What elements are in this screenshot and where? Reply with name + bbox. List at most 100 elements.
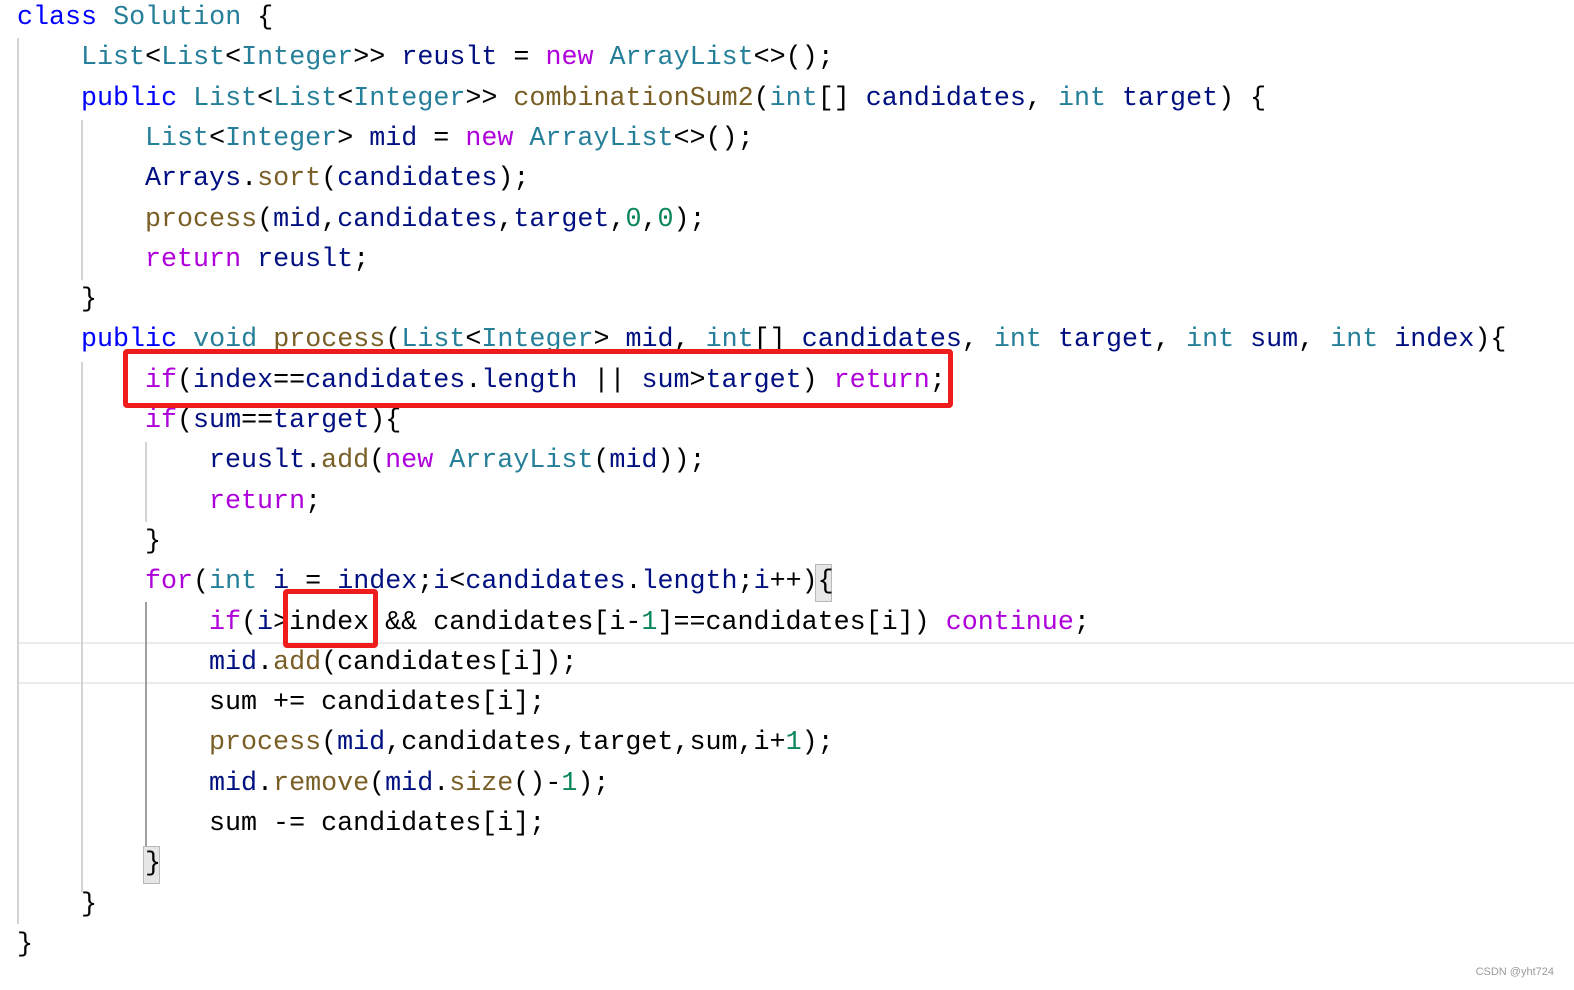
code-token: target	[273, 406, 370, 436]
code-editor[interactable]: class Solution {List<List<Integer>> reus…	[0, 0, 1574, 990]
code-line[interactable]: List<List<Integer>> reuslt = new ArrayLi…	[81, 38, 834, 78]
code-token: []	[817, 83, 866, 114]
code-token: Integer	[241, 43, 354, 74]
code-token: int	[993, 325, 1042, 356]
code-line[interactable]: Arrays.sort(candidates);	[145, 159, 529, 199]
code-line[interactable]: for(int i = index;i<candidates.length;i+…	[145, 562, 834, 602]
code-token: for	[145, 567, 194, 598]
code-token: ];	[513, 688, 546, 719]
code-token: i	[753, 567, 770, 598]
code-token: i	[881, 607, 898, 638]
code-token: ArrayList	[529, 123, 674, 154]
code-token: sum	[193, 406, 242, 436]
code-token: ,	[961, 325, 994, 356]
code-token: mid	[385, 768, 434, 799]
code-token: 1	[641, 607, 658, 638]
code-token: mid	[369, 123, 418, 154]
code-line[interactable]: sum -= candidates[i];	[209, 804, 545, 844]
code-token: (	[241, 607, 258, 638]
code-token: ;	[737, 567, 754, 598]
code-token: 1	[561, 768, 578, 799]
code-token: int	[769, 83, 818, 114]
code-token: (	[593, 446, 610, 477]
code-token: =	[497, 43, 546, 74]
code-token: {	[241, 3, 274, 33]
code-token: ,	[737, 728, 754, 759]
code-token: ,	[385, 728, 402, 759]
code-line[interactable]: reuslt.add(new ArrayList(mid));	[209, 441, 705, 481]
code-token: ArrayList	[609, 43, 754, 74]
indent-guide	[81, 120, 83, 280]
code-token: ++){	[769, 567, 834, 598]
code-token: <>();	[753, 43, 834, 74]
code-token: <	[337, 83, 354, 114]
code-line[interactable]: }	[81, 280, 97, 320]
code-token: sum	[1250, 325, 1299, 356]
code-line[interactable]: List<Integer> mid = new ArrayList<>();	[145, 119, 754, 159]
code-line[interactable]: mid.remove(mid.size()-1);	[209, 764, 609, 804]
indent-guide	[145, 602, 147, 852]
code-token: }	[81, 285, 98, 316]
code-token: List	[273, 83, 338, 114]
code-line[interactable]: process(mid,candidates,target,sum,i+1);	[209, 723, 834, 763]
code-token: index	[1394, 325, 1475, 356]
code-token: reuslt	[209, 446, 306, 477]
code-token: i	[497, 809, 514, 839]
code-token: Integer	[353, 83, 466, 114]
code-token: new	[545, 43, 594, 74]
code-token: i	[257, 607, 274, 638]
code-line[interactable]: mid.add(candidates[i]);	[209, 643, 577, 683]
code-token: List	[145, 123, 210, 154]
code-token: List	[193, 83, 258, 114]
code-token: (	[753, 83, 770, 114]
code-token: candidates	[337, 164, 498, 195]
code-line[interactable]: }	[81, 885, 97, 925]
code-token: mid	[609, 446, 658, 477]
code-token: &&	[369, 607, 434, 638]
code-line[interactable]: sum += candidates[i];	[209, 683, 545, 723]
code-token: .	[257, 768, 274, 799]
code-token: ,	[609, 204, 626, 235]
code-token: target	[513, 204, 610, 235]
code-token: );	[577, 768, 610, 799]
code-token: >	[337, 123, 370, 154]
code-line[interactable]: class Solution {	[17, 0, 273, 38]
code-token: );	[497, 164, 530, 195]
code-token: ,	[497, 204, 514, 235]
code-token: 1	[785, 728, 802, 759]
code-token: =	[417, 123, 466, 154]
code-token: >>	[353, 43, 402, 74]
code-token: <	[257, 83, 274, 114]
code-token: ){	[1474, 325, 1507, 356]
code-line[interactable]: process(mid,candidates,target,0,0);	[145, 200, 706, 240]
code-token: [	[865, 607, 882, 638]
watermark: CSDN @yht724	[1475, 966, 1554, 978]
code-token: ]==	[657, 607, 706, 638]
code-line[interactable]: }	[145, 522, 161, 562]
code-token: ])	[897, 607, 946, 638]
code-line[interactable]: return;	[209, 482, 321, 522]
code-line[interactable]: }	[17, 925, 33, 965]
code-token: }	[81, 889, 98, 920]
code-token: candidates	[401, 728, 562, 759]
code-token: mid	[337, 728, 386, 759]
code-line[interactable]: }	[145, 844, 161, 884]
code-token: sum	[209, 809, 258, 839]
code-line[interactable]: public List<List<Integer>> combinationSu…	[81, 79, 1266, 119]
code-token: target	[577, 728, 674, 759]
code-token: ,	[673, 728, 690, 759]
code-token: return	[145, 244, 242, 275]
code-token: int	[1330, 325, 1379, 356]
code-token: mid	[209, 768, 258, 799]
indent-guide	[17, 38, 19, 924]
code-line[interactable]: return reuslt;	[145, 240, 369, 280]
code-token: ;	[1073, 607, 1090, 638]
code-token: int	[1186, 325, 1235, 356]
code-token: );	[801, 728, 834, 759]
code-token: .	[433, 768, 450, 799]
code-token: target	[1057, 325, 1155, 356]
code-token: ;	[305, 486, 322, 517]
code-token: return	[209, 486, 306, 517]
